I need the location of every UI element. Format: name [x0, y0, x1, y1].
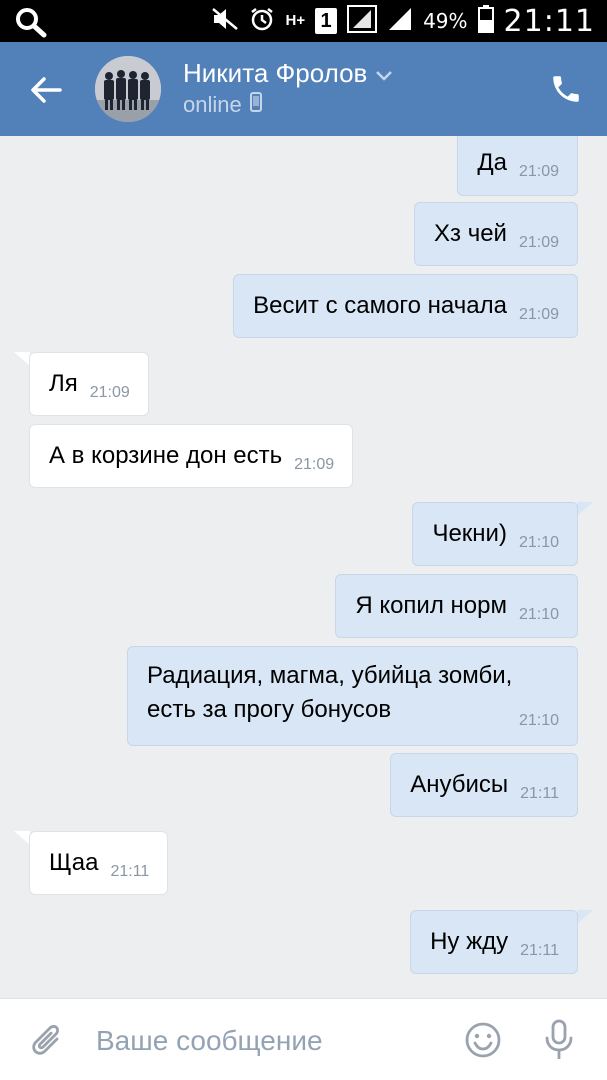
- message-bubble-outgoing[interactable]: Я копил норм 21:10: [335, 574, 578, 638]
- message-time: 21:10: [518, 606, 559, 623]
- contact-name[interactable]: Никита Фролов: [183, 58, 393, 89]
- signal-sim1-icon: [347, 4, 378, 38]
- avatar[interactable]: [95, 56, 161, 122]
- bubble-tail: [14, 831, 30, 845]
- message-text: А в корзине дон есть: [49, 442, 283, 469]
- message-text: Чекни): [432, 520, 507, 547]
- message-composer: [0, 998, 607, 1080]
- smiley-icon[interactable]: [464, 1021, 502, 1059]
- alarm-icon: [249, 6, 275, 37]
- bubble-tail: [14, 352, 30, 366]
- message-time: 21:11: [110, 863, 150, 880]
- signal-icon: [387, 6, 413, 37]
- message-time: 21:09: [518, 234, 559, 251]
- sim-badge: 1: [315, 8, 338, 34]
- message-bubble-outgoing[interactable]: Анубисы 21:11: [390, 753, 578, 817]
- message-bubble-incoming[interactable]: Щаа 21:11: [29, 831, 169, 895]
- status-label: online: [183, 92, 242, 117]
- message-text: Хз чей: [434, 220, 507, 247]
- message-list[interactable]: Да 21:09 Хз чей 21:09 Весит с самого нач…: [0, 136, 607, 998]
- message-bubble-incoming[interactable]: Ля 21:09: [29, 352, 149, 416]
- message-text-line: есть за прогу бонусов: [147, 696, 392, 723]
- message-time: 21:09: [89, 384, 130, 401]
- message-bubble-outgoing[interactable]: Ну жду 21:11: [410, 910, 578, 974]
- message-time: 21:09: [518, 306, 559, 323]
- bubble-tail: [577, 910, 593, 924]
- message-text: Щаа: [49, 849, 99, 876]
- mobile-device-icon: [249, 92, 262, 118]
- message-text: Ля: [49, 370, 78, 397]
- arrow-left-icon[interactable]: [26, 70, 66, 110]
- chat-header: Никита Фролов online: [0, 42, 607, 136]
- message-time: 21:09: [518, 163, 559, 180]
- message-time: 21:11: [520, 785, 559, 802]
- battery-icon: [477, 4, 494, 38]
- message-text: Ну жду: [430, 928, 509, 955]
- message-text: Анубисы: [410, 771, 509, 798]
- contact-status: online: [183, 92, 262, 118]
- clock: 21:11: [503, 3, 595, 39]
- message-text: Да: [477, 149, 507, 176]
- battery-percent: 49%: [423, 9, 468, 33]
- contact-name-label: Никита Фролов: [183, 58, 368, 88]
- message-time: 21:11: [520, 942, 559, 959]
- message-input[interactable]: [96, 1021, 436, 1061]
- status-bar: H+ 1 49% 21:11: [0, 0, 607, 42]
- network-type-icon: H+: [285, 12, 306, 29]
- message-time: 21:10: [518, 534, 559, 551]
- message-time: 21:10: [518, 712, 559, 729]
- mute-icon: [211, 7, 239, 36]
- search-icon: [14, 6, 48, 43]
- message-text: Я копил норм: [355, 592, 507, 619]
- message-bubble-incoming[interactable]: А в корзине дон есть 21:09: [29, 424, 354, 488]
- message-text-line: Радиация, магма, убийца зомби,: [147, 662, 513, 689]
- message-bubble-outgoing[interactable]: Весит с самого начала 21:09: [233, 274, 578, 338]
- microphone-icon[interactable]: [544, 1019, 574, 1061]
- bubble-tail: [577, 502, 593, 516]
- message-time: 21:09: [294, 456, 335, 473]
- phone-icon[interactable]: [549, 72, 583, 106]
- chevron-down-icon[interactable]: [375, 58, 393, 89]
- network-type-label: H+: [285, 12, 306, 29]
- paperclip-icon[interactable]: [30, 1021, 66, 1061]
- message-bubble-outgoing[interactable]: Чекни) 21:10: [412, 502, 578, 566]
- message-bubble-outgoing[interactable]: Да 21:09: [457, 136, 578, 196]
- message-text: Весит с самого начала: [253, 292, 507, 319]
- message-bubble-outgoing[interactable]: Радиация, магма, убийца зомби, есть за п…: [127, 646, 578, 746]
- message-bubble-outgoing[interactable]: Хз чей 21:09: [414, 202, 578, 266]
